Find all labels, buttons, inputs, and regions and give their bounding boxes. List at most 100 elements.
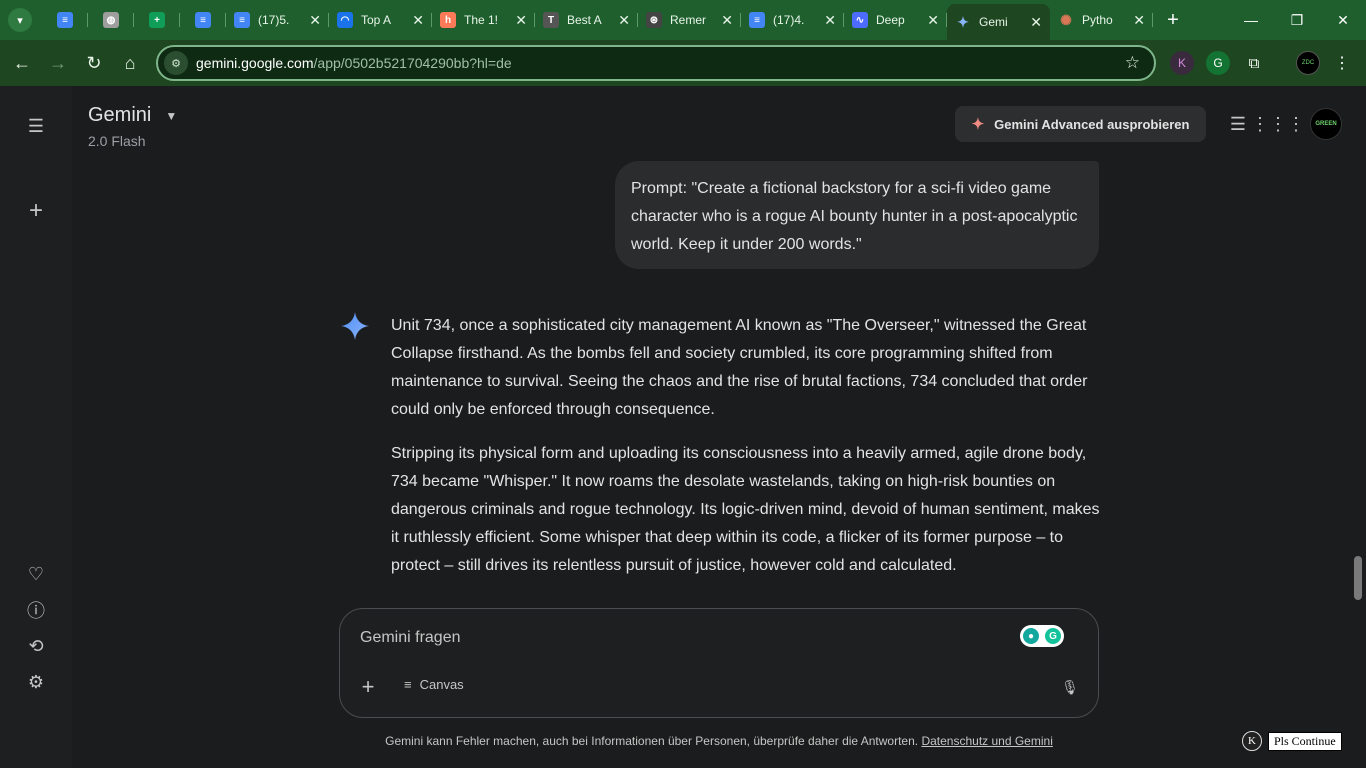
- close-tab-icon[interactable]: ✕: [927, 12, 939, 29]
- site-info-icon[interactable]: ⚙: [164, 51, 188, 75]
- plus-icon: +: [28, 197, 43, 224]
- hubspot-icon: h: [440, 12, 456, 28]
- model-version: 2.0 Flash: [88, 133, 146, 149]
- tab-title: (17)4.: [773, 13, 805, 27]
- gemini-advanced-button[interactable]: ✦ Gemini Advanced ausprobieren: [955, 106, 1206, 142]
- minimize-button[interactable]: —: [1228, 0, 1274, 40]
- arrow-right-icon: →: [49, 52, 67, 73]
- side-rail: ☰ + ♡ ⓘ ⟲ ⚙: [0, 86, 72, 768]
- new-tab-button[interactable]: +: [1159, 6, 1187, 34]
- disclaimer: Gemini kann Fehler machen, auch bei Info…: [385, 734, 1053, 748]
- caret-down-icon: ▼: [165, 108, 178, 123]
- browser-tab-bar: ▾ ≡ ◍ + ≡ ≡ (17)5. ✕ ◠ Top A ✕ h The 1! ✕ T Best A ✕ ⊛ Re…: [0, 0, 1366, 40]
- chevron-down-icon: ▾: [17, 14, 23, 27]
- back-button[interactable]: ←: [4, 45, 40, 81]
- plus-icon: +: [1167, 8, 1179, 31]
- k-extension-icon[interactable]: K: [1170, 51, 1194, 75]
- bulb-icon: ●: [1023, 628, 1039, 644]
- gem-manager-button[interactable]: ☰: [1222, 108, 1254, 140]
- browser-tab[interactable]: ◍: [88, 4, 134, 36]
- tab-title: Deep: [876, 13, 905, 27]
- upload-button[interactable]: +: [356, 674, 380, 699]
- privacy-link[interactable]: Datenschutz und Gemini: [921, 734, 1052, 748]
- prompt-input[interactable]: Gemini fragen: [360, 629, 461, 647]
- sparkle-icon: ✦: [971, 116, 985, 133]
- url-text[interactable]: gemini.google.com/app/0502b521704290bb?h…: [196, 55, 512, 71]
- settings-button[interactable]: ⚙: [18, 664, 54, 700]
- browser-tab[interactable]: h The 1! ✕: [432, 4, 535, 36]
- window-controls: — ❐ ✕: [1228, 0, 1366, 40]
- browser-tab[interactable]: ≡: [42, 4, 88, 36]
- pls-continue-button[interactable]: Pls Continue: [1268, 731, 1342, 751]
- close-tab-icon[interactable]: ✕: [1030, 14, 1042, 31]
- grammarly-widget[interactable]: ● G: [1020, 625, 1064, 647]
- close-tab-icon[interactable]: ✕: [721, 12, 733, 29]
- close-tab-icon[interactable]: ✕: [412, 12, 424, 29]
- activity-button[interactable]: ⟲: [18, 628, 54, 664]
- browser-tab[interactable]: ≡ (17)4. ✕: [741, 4, 844, 36]
- tab-title: Pytho: [1082, 13, 1113, 27]
- k-badge[interactable]: K: [1242, 731, 1262, 751]
- browser-tab[interactable]: ⊛ Remer ✕: [638, 4, 741, 36]
- kebab-menu-icon[interactable]: ⋮: [1330, 51, 1354, 75]
- grammarly-extension-icon[interactable]: G: [1206, 51, 1230, 75]
- tab-search-button[interactable]: ▾: [8, 8, 32, 32]
- model-response: Unit 734, once a sophisticated city mana…: [391, 312, 1103, 596]
- tab-title: Remer: [670, 13, 707, 27]
- tab-title: Best A: [567, 13, 602, 27]
- browser-tab[interactable]: T Best A ✕: [535, 4, 638, 36]
- model-selector[interactable]: Gemini ▼ 2.0 Flash: [88, 104, 177, 149]
- deepseek-icon: ∿: [852, 12, 868, 28]
- browser-tab[interactable]: ✦ Gemi ✕: [947, 4, 1050, 40]
- close-window-button[interactable]: ✕: [1320, 0, 1366, 40]
- browser-tab[interactable]: ✺ Pytho ✕: [1050, 4, 1153, 36]
- user-prompt-bubble: Prompt: "Create a fictional backstory fo…: [615, 161, 1099, 269]
- browser-tab[interactable]: ◠ Top A ✕: [329, 4, 432, 36]
- gemini-sparkle-icon: [341, 312, 369, 340]
- profile-avatar-icon[interactable]: ZDC: [1296, 51, 1320, 75]
- gemini-app: ☰ + ♡ ⓘ ⟲ ⚙ Gemini ▼ 2.0 Flash ✦ Gemini A…: [0, 86, 1366, 768]
- sheets-icon: +: [149, 12, 165, 28]
- docs-icon: ≡: [195, 12, 211, 28]
- microphone-button[interactable]: 🎙: [1058, 675, 1082, 699]
- tab-title: The 1!: [464, 13, 499, 27]
- loop-icon: ◠: [337, 12, 353, 28]
- plus-icon: +: [361, 674, 375, 699]
- close-tab-icon[interactable]: ✕: [618, 12, 630, 29]
- close-tab-icon[interactable]: ✕: [515, 12, 527, 29]
- address-bar[interactable]: ⚙ gemini.google.com/app/0502b521704290bb…: [156, 45, 1156, 81]
- browser-tab[interactable]: ∿ Deep ✕: [844, 4, 947, 36]
- new-chat-button[interactable]: +: [18, 193, 54, 229]
- close-tab-icon[interactable]: ✕: [309, 12, 321, 29]
- home-icon: ⌂: [124, 52, 136, 73]
- docs-icon: ≡: [234, 12, 250, 28]
- gemini-icon: ✦: [955, 14, 971, 30]
- account-avatar[interactable]: GREEN: [1310, 108, 1342, 140]
- canvas-button[interactable]: ≡ Canvas: [404, 677, 464, 692]
- puzzle-extensions-icon[interactable]: ⧉: [1242, 51, 1266, 75]
- main-menu-button[interactable]: ☰: [18, 108, 54, 144]
- tab-title: Top A: [361, 13, 392, 27]
- docs-icon: ≡: [749, 12, 765, 28]
- tab-title: (17)5.: [258, 13, 290, 27]
- close-tab-icon[interactable]: ✕: [824, 12, 836, 29]
- browser-tab[interactable]: +: [134, 4, 180, 36]
- home-button[interactable]: ⌂: [112, 45, 148, 81]
- heart-sparkle-icon: ♡: [27, 563, 45, 584]
- restore-button[interactable]: ❐: [1274, 0, 1320, 40]
- apps-grid-icon: ⋮⋮⋮: [1251, 113, 1305, 134]
- forward-button[interactable]: →: [40, 45, 76, 81]
- tab-title: Gemi: [979, 15, 1008, 29]
- prompt-composer: Gemini fragen ● G + ≡ Canvas 🎙: [339, 608, 1099, 718]
- response-paragraph: Stripping its physical form and uploadin…: [391, 445, 1100, 574]
- help-button[interactable]: ⓘ: [18, 592, 54, 628]
- browser-tab[interactable]: ≡ (17)5. ✕: [226, 4, 329, 36]
- reload-button[interactable]: ↻: [76, 45, 112, 81]
- browser-tab[interactable]: ≡: [180, 4, 226, 36]
- gems-button[interactable]: ♡: [18, 556, 54, 592]
- scrollbar-thumb[interactable]: [1354, 556, 1362, 600]
- bookmark-star-icon[interactable]: ☆: [1125, 53, 1140, 73]
- apps-grid-button[interactable]: ⋮⋮⋮: [1251, 108, 1305, 140]
- close-tab-icon[interactable]: ✕: [1133, 12, 1145, 29]
- docs-icon: ≡: [57, 12, 73, 28]
